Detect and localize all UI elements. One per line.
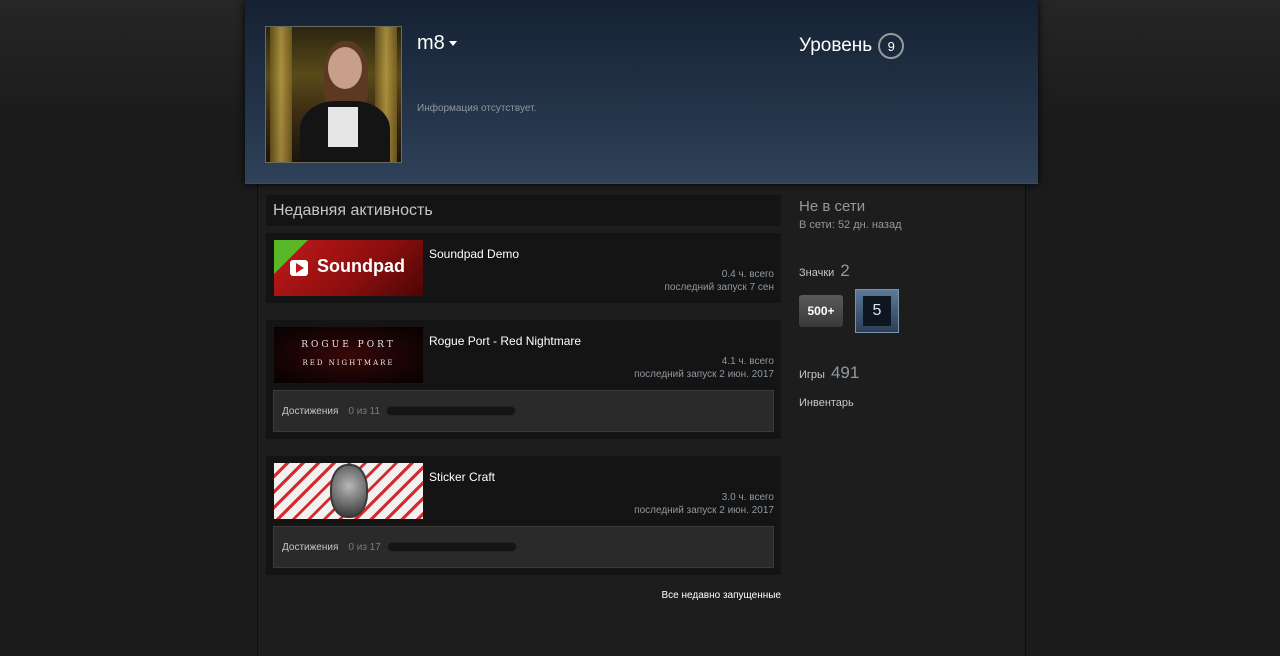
achievements-summary[interactable]: Достижения 0 из 17 [273, 526, 774, 568]
level-label: Уровень [799, 35, 873, 56]
recent-activity: Недавняя активность Soundpad Soundpad De… [266, 195, 781, 601]
last-played: последний запуск 2 июн. 2017 [634, 369, 774, 380]
hours-played: 3.0 ч. всего [721, 492, 774, 503]
games-link[interactable]: Игры 491 [799, 363, 1019, 383]
capsule-subtitle: RED NIGHTMARE [302, 359, 395, 367]
badges-label: Значки [799, 267, 835, 279]
last-played: последний запуск 7 сен [664, 282, 775, 293]
achievements-progress-bar [386, 406, 517, 416]
achievements-count: 0 из 17 [348, 541, 381, 553]
persona-name: m8 [417, 32, 445, 54]
badges-count: 2 [840, 261, 850, 280]
achievements-progress-bar [386, 542, 517, 552]
profile-summary: Информация отсутствует. [417, 103, 537, 114]
badge-500-icon[interactable]: 500+ [799, 295, 843, 327]
achievements-count: 0 из 11 [348, 405, 381, 417]
badge-list: 500+ 5 [799, 289, 1019, 333]
game-name-link[interactable]: Rogue Port - Red Nightmare [429, 334, 581, 348]
game-item: Soundpad Soundpad Demo 0.4 ч. всего посл… [266, 233, 781, 303]
avatar[interactable] [265, 26, 402, 163]
sticker-emblem-icon [330, 464, 368, 518]
game-capsule-sticker-craft[interactable] [274, 463, 423, 519]
game-item: Sticker Craft 3.0 ч. всего последний зап… [266, 456, 781, 575]
achievements-label: Достижения [282, 405, 339, 417]
game-name-link[interactable]: Sticker Craft [429, 470, 495, 484]
last-played: последний запуск 2 июн. 2017 [634, 505, 774, 516]
recent-activity-title: Недавняя активность [266, 195, 781, 226]
game-capsule-rogue-port[interactable]: ROGUE PORT RED NIGHTMARE [274, 327, 423, 383]
games-count: 491 [830, 363, 860, 382]
game-capsule-soundpad[interactable]: Soundpad [274, 240, 423, 296]
level-badge: 9 [878, 33, 905, 59]
online-status: Не в сети [799, 198, 866, 215]
inventory-link[interactable]: Инвентарь [799, 397, 1019, 409]
achievements-label: Достижения [282, 541, 339, 553]
profile-level[interactable]: Уровень 9 [799, 33, 905, 59]
profile-header: m8 Информация отсутствует. Уровень 9 [245, 0, 1038, 184]
capsule-title: ROGUE PORT [301, 340, 396, 350]
chevron-down-icon [448, 41, 457, 47]
hours-played: 0.4 ч. всего [721, 269, 774, 280]
hours-played: 4.1 ч. всего [721, 356, 774, 367]
last-online: В сети: 52 дн. назад [799, 219, 902, 231]
all-recent-games-link[interactable]: Все недавно запущенные [662, 590, 781, 601]
game-name-link[interactable]: Soundpad Demo [429, 247, 519, 261]
play-icon [290, 260, 308, 276]
badge-years-icon[interactable]: 5 [855, 289, 899, 333]
capsule-title: Soundpad [317, 256, 405, 276]
profile-sidebar: Не в сети В сети: 52 дн. назад Значки 2 … [799, 198, 1019, 409]
badge-years-value: 5 [863, 296, 891, 326]
game-item: ROGUE PORT RED NIGHTMARE Rogue Port - Re… [266, 320, 781, 439]
persona-name-dropdown[interactable]: m8 [417, 32, 457, 55]
achievements-summary[interactable]: Достижения 0 из 11 [273, 390, 774, 432]
games-label: Игры [799, 369, 825, 381]
badges-link[interactable]: Значки 2 [799, 261, 1019, 281]
